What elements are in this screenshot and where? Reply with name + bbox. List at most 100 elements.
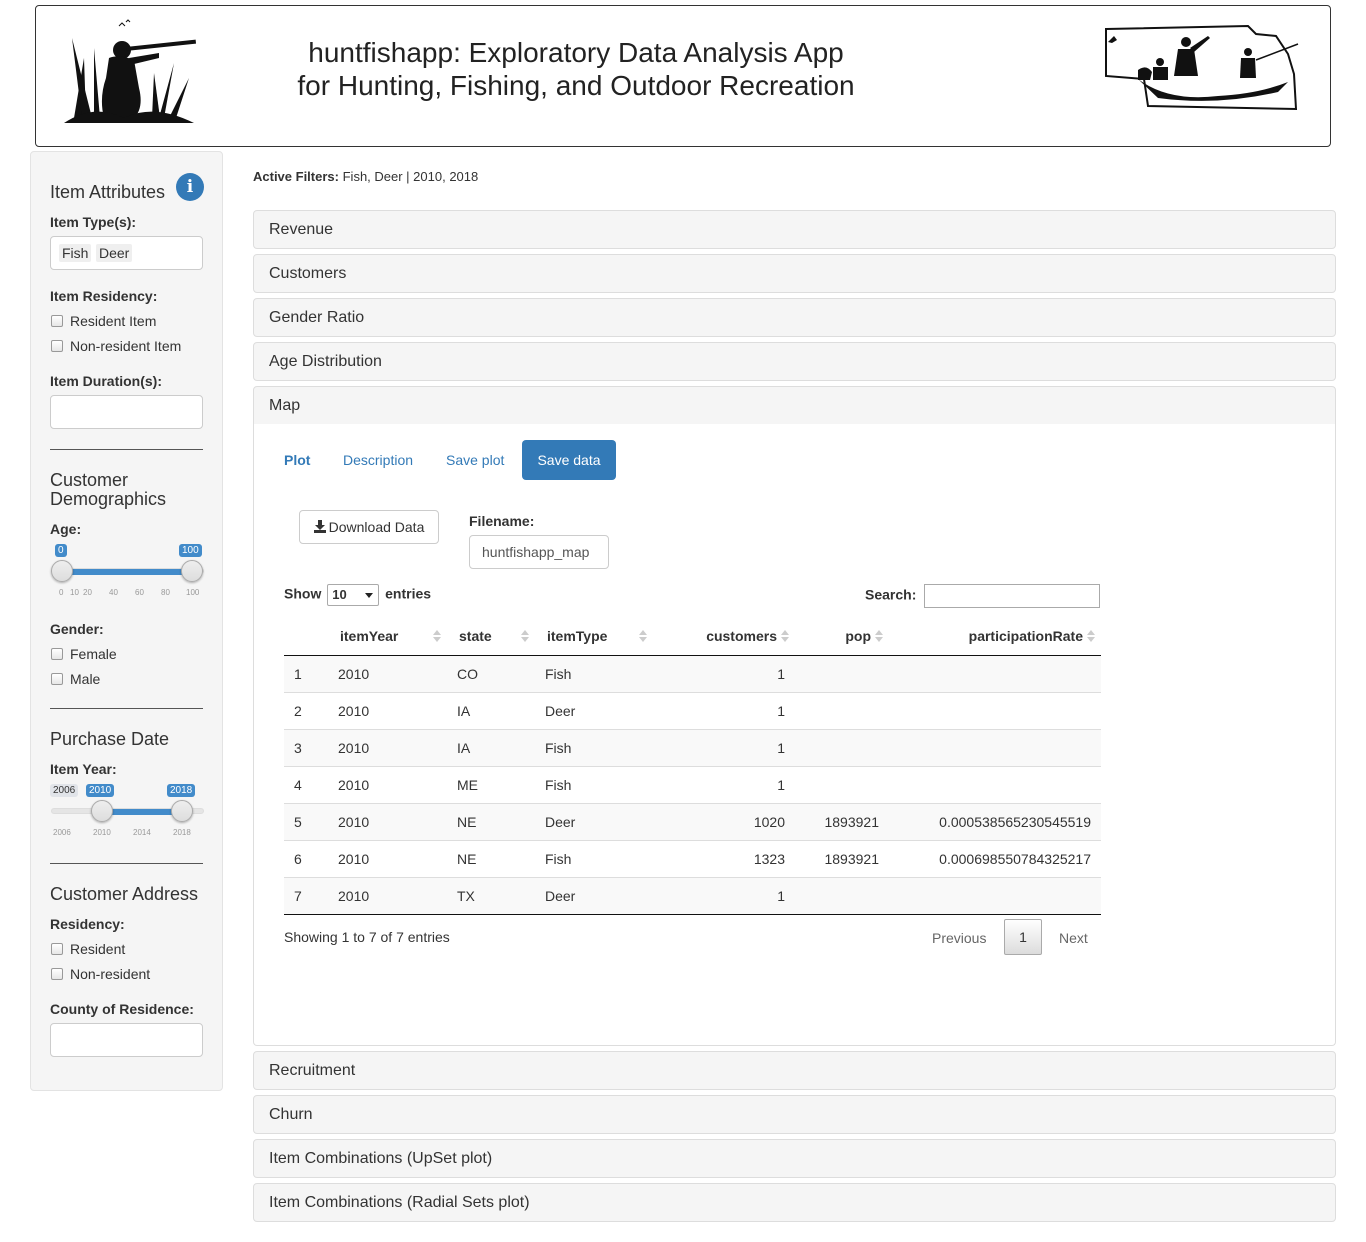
- table-info: Showing 1 to 7 of 7 entries: [284, 929, 450, 945]
- download-data-button[interactable]: Download Data: [299, 510, 439, 544]
- panel-age-distribution[interactable]: Age Distribution: [253, 342, 1336, 381]
- panel-recruitment[interactable]: Recruitment: [253, 1051, 1336, 1090]
- panel-gender-ratio[interactable]: Gender Ratio: [253, 298, 1336, 337]
- table-row[interactable]: 5 2010 NE Deer 1020 1893921 0.0005385652…: [284, 802, 1101, 840]
- search-label: Search:: [865, 586, 917, 603]
- table-row[interactable]: 4 2010 ME Fish 1: [284, 765, 1101, 803]
- item-type-tag-deer[interactable]: Deer: [96, 244, 133, 262]
- year-tick: 2018: [173, 828, 191, 837]
- cell-pop: [795, 765, 889, 803]
- item-type-tag-fish[interactable]: Fish: [59, 244, 92, 262]
- table-header-row: itemYear state itemType customers pop pa…: [284, 617, 1101, 656]
- table-row[interactable]: 2 2010 IA Deer 1: [284, 691, 1101, 729]
- active-filters: Active Filters: Fish, Deer | 2010, 2018: [253, 169, 478, 184]
- customer-address-heading: Customer Address: [50, 884, 199, 904]
- app-title-line2: for Hunting, Fishing, and Outdoor Recrea…: [297, 70, 855, 101]
- cell-pop: [795, 655, 889, 692]
- panel-radial-sets[interactable]: Item Combinations (Radial Sets plot): [253, 1183, 1336, 1222]
- cell-state: CO: [447, 655, 535, 692]
- cell-state: NE: [447, 802, 535, 840]
- checkbox-box[interactable]: [51, 315, 63, 327]
- cell-itemyear: 2010: [328, 728, 447, 766]
- col-pop[interactable]: pop: [795, 617, 889, 656]
- year-to-handle[interactable]: [171, 800, 193, 822]
- tab-description[interactable]: Description: [328, 440, 428, 480]
- panel-churn[interactable]: Churn: [253, 1095, 1336, 1134]
- col-customers[interactable]: customers: [653, 617, 795, 656]
- county-label: County of Residence:: [50, 1001, 194, 1017]
- panel-customers[interactable]: Customers: [253, 254, 1336, 293]
- length-control: Show 10 entries: [284, 584, 431, 606]
- nonresident-checkbox[interactable]: Non-resident: [51, 967, 150, 981]
- gender-label: Gender:: [50, 621, 104, 637]
- table-row[interactable]: 7 2010 TX Deer 1: [284, 876, 1101, 915]
- filename-label: Filename:: [469, 513, 535, 529]
- cell-itemtype: Fish: [535, 728, 653, 766]
- cell-index: 4: [284, 765, 328, 803]
- panel-map[interactable]: Map: [253, 386, 1336, 425]
- col-itemtype[interactable]: itemType: [535, 617, 653, 656]
- item-attributes-heading: Item Attributes: [50, 182, 166, 202]
- resident-checkbox[interactable]: Resident: [51, 942, 125, 956]
- item-year-label: Item Year:: [50, 761, 117, 777]
- info-icon[interactable]: i: [176, 173, 204, 201]
- length-select-value: 10: [332, 587, 347, 602]
- item-types-select[interactable]: Fish Deer: [50, 236, 203, 270]
- divider: [50, 863, 203, 864]
- tab-save-data[interactable]: Save data: [522, 440, 616, 480]
- col-participationrate[interactable]: participationRate: [889, 617, 1101, 656]
- cell-itemtype: Deer: [535, 802, 653, 840]
- col-itemyear[interactable]: itemYear: [328, 617, 447, 656]
- nonresident-item-checkbox[interactable]: Non-resident Item: [51, 339, 181, 353]
- next-button[interactable]: Next: [1059, 930, 1088, 946]
- cell-pop: [795, 876, 889, 915]
- filename-input[interactable]: huntfishapp_map: [469, 535, 609, 569]
- chevron-down-icon: [365, 593, 374, 598]
- male-checkbox[interactable]: Male: [51, 672, 100, 686]
- cell-itemyear: 2010: [328, 691, 447, 729]
- table-row[interactable]: 1 2010 CO Fish 1: [284, 655, 1101, 692]
- cell-itemyear: 2010: [328, 765, 447, 803]
- checkbox-box[interactable]: [51, 943, 63, 955]
- year-from-badge: 2010: [86, 784, 115, 797]
- cell-itemtype: Deer: [535, 876, 653, 915]
- app-header: huntfishapp: Exploratory Data Analysis A…: [35, 5, 1331, 147]
- county-select[interactable]: [50, 1023, 203, 1057]
- previous-button[interactable]: Previous: [932, 930, 986, 946]
- age-max-handle[interactable]: [181, 560, 203, 582]
- resident-item-label: Resident Item: [70, 313, 157, 329]
- age-label: Age:: [50, 521, 82, 537]
- age-tick: 10: [70, 588, 79, 597]
- table-row[interactable]: 3 2010 IA Fish 1: [284, 728, 1101, 766]
- age-min-handle[interactable]: [51, 560, 73, 582]
- cell-customers: 1: [653, 876, 795, 915]
- female-checkbox[interactable]: Female: [51, 647, 117, 661]
- cell-participationrate: [889, 655, 1101, 692]
- col-state[interactable]: state: [447, 617, 535, 656]
- data-table: itemYear state itemType customers pop pa…: [284, 617, 1101, 915]
- checkbox-box[interactable]: [51, 968, 63, 980]
- cell-state: ME: [447, 765, 535, 803]
- age-slider-bar: [62, 569, 192, 575]
- page-1-button[interactable]: 1: [1004, 919, 1042, 955]
- tab-plot[interactable]: Plot: [269, 440, 325, 480]
- panel-revenue[interactable]: Revenue: [253, 210, 1336, 249]
- cell-itemyear: 2010: [328, 655, 447, 692]
- resident-item-checkbox[interactable]: Resident Item: [51, 314, 156, 328]
- tab-save-plot[interactable]: Save plot: [431, 440, 519, 480]
- search-control: Search:: [865, 584, 1101, 608]
- entries-label: entries: [385, 585, 432, 602]
- cell-pop: 1893921: [795, 839, 889, 877]
- cell-participationrate: 0.000538565230545519: [889, 802, 1101, 840]
- item-duration-select[interactable]: [50, 395, 203, 429]
- year-from-handle[interactable]: [91, 800, 113, 822]
- checkbox-box[interactable]: [51, 340, 63, 352]
- panel-upset[interactable]: Item Combinations (UpSet plot): [253, 1139, 1336, 1178]
- nebraska-boat-logo: [1105, 24, 1299, 111]
- cell-state: TX: [447, 876, 535, 915]
- length-select[interactable]: 10: [327, 584, 380, 606]
- table-row[interactable]: 6 2010 NE Fish 1323 1893921 0.0006985507…: [284, 839, 1101, 877]
- checkbox-box[interactable]: [51, 673, 63, 685]
- checkbox-box[interactable]: [51, 648, 63, 660]
- search-input[interactable]: [924, 584, 1101, 608]
